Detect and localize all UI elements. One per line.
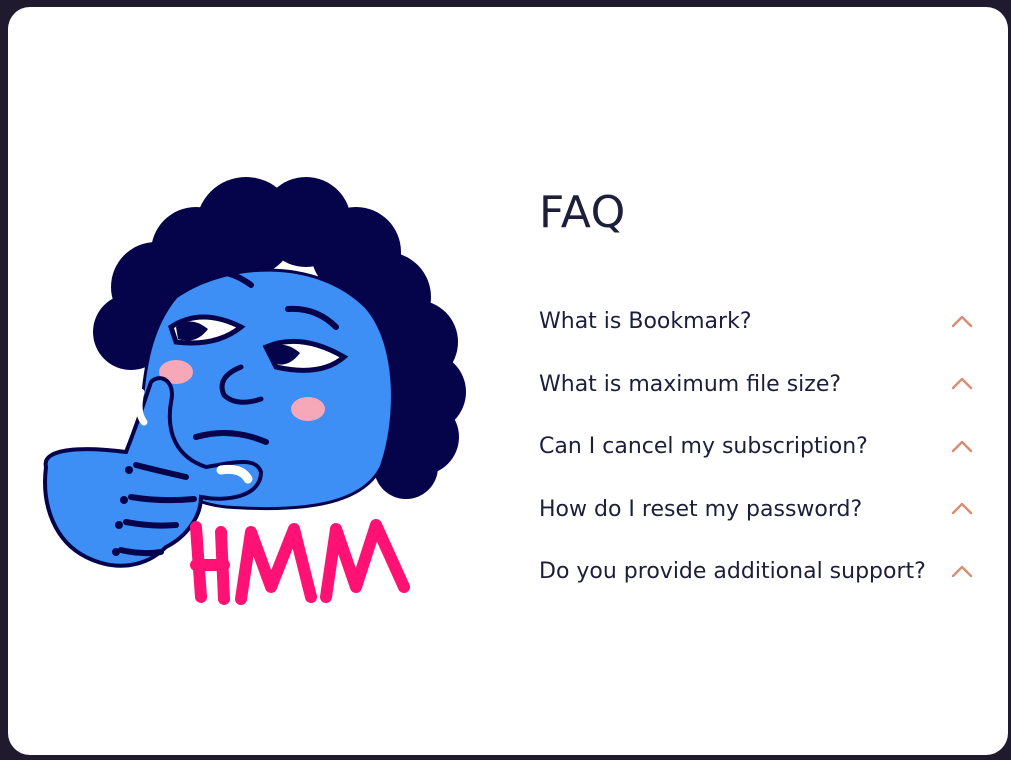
faq-card: FAQ What is Bookmark? What is maximum fil… [8,7,1008,755]
faq-item[interactable]: Do you provide additional support? [539,541,979,604]
faq-question: Do you provide additional support? [539,559,926,585]
thinking-person-illustration [26,167,496,627]
faq-item[interactable]: What is maximum file size? [539,354,979,417]
faq-item[interactable]: How do I reset my password? [539,479,979,542]
faq-question: What is maximum file size? [539,371,842,397]
chevron-up-icon[interactable] [951,563,979,582]
faq-item[interactable]: Can I cancel my subscription? [539,416,979,479]
faq-question: What is Bookmark? [539,309,752,335]
faq-item[interactable]: What is Bookmark? [539,291,979,354]
chevron-up-icon[interactable] [951,313,979,332]
faq-list: What is Bookmark? What is maximum file si… [539,291,979,604]
faq-question: Can I cancel my subscription? [539,434,868,460]
faq-section: FAQ What is Bookmark? What is maximum fil… [539,187,979,604]
faq-question: How do I reset my password? [539,496,863,522]
faq-title: FAQ [539,187,626,238]
chevron-up-icon[interactable] [951,438,979,457]
chevron-up-icon[interactable] [951,375,979,394]
chevron-up-icon[interactable] [951,500,979,519]
